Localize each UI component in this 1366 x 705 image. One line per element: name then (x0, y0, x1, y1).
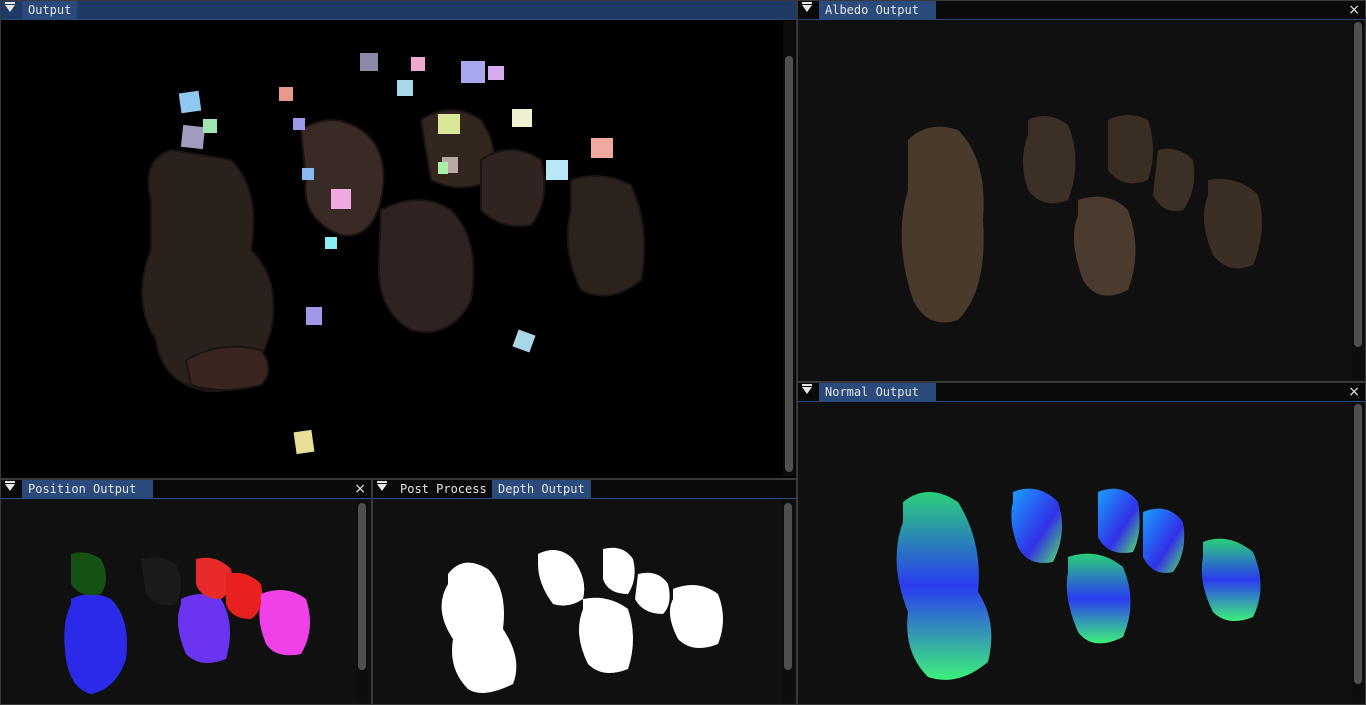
scrollbar-thumb[interactable] (1354, 22, 1362, 347)
albedo-render (901, 115, 1262, 323)
light-cube (461, 61, 485, 83)
backpack-shape (566, 175, 646, 297)
backpack-shape (259, 590, 310, 656)
backpack-shape (141, 557, 181, 606)
normal-render (896, 488, 1261, 680)
output-scrollbar[interactable] (783, 21, 795, 476)
backpack-shape (896, 492, 992, 680)
tab-position-output[interactable]: Position Output (22, 480, 153, 499)
albedo-panel: Albedo Output × (797, 0, 1366, 382)
backpack-silhouette (635, 572, 670, 614)
backpack-shape (1204, 179, 1262, 269)
backpack-shape (1023, 116, 1076, 204)
normal-scrollbar[interactable] (1352, 403, 1364, 702)
backpack-silhouette (538, 550, 585, 606)
collapse-triangle-icon[interactable] (377, 481, 387, 491)
depth-viewport[interactable] (373, 499, 796, 704)
output-viewport[interactable] (1, 20, 796, 478)
light-cube (178, 90, 202, 114)
collapse-triangle-icon[interactable] (802, 384, 812, 394)
backpack-shape (177, 594, 230, 663)
tab-output[interactable]: Output (22, 1, 78, 20)
backpack-shape (901, 126, 984, 323)
light-cube (293, 118, 305, 130)
position-scrollbar[interactable] (356, 500, 368, 702)
scene-render (141, 53, 646, 455)
backpack-silhouette (603, 547, 635, 594)
backpack-shape (1201, 538, 1261, 621)
light-cube (438, 162, 448, 174)
light-cube (512, 109, 532, 127)
light-cube (293, 429, 315, 455)
backpack-shape (226, 572, 263, 619)
backpack-shape (480, 149, 546, 227)
backpack-shape (1011, 488, 1062, 563)
light-cube (360, 53, 378, 71)
backpack-shape (1108, 115, 1153, 184)
light-cube (512, 329, 536, 353)
normal-panel: Normal Output × (797, 382, 1366, 705)
output-panel: Output (0, 0, 797, 479)
albedo-scrollbar[interactable] (1352, 21, 1364, 379)
depth-scrollbar[interactable] (782, 500, 794, 702)
backpack-silhouette (441, 562, 517, 693)
collapse-triangle-icon[interactable] (802, 2, 812, 12)
tab-normal-output[interactable]: Normal Output (819, 383, 936, 402)
light-cube (488, 66, 504, 80)
position-panel: Position Output × (0, 479, 372, 705)
light-cube (325, 237, 337, 249)
collapse-triangle-icon[interactable] (5, 2, 15, 12)
close-icon[interactable]: × (1348, 1, 1360, 20)
backpack-shape (1074, 196, 1136, 296)
backpack-shape (184, 345, 270, 391)
backpack-silhouette (669, 585, 723, 648)
scrollbar-thumb[interactable] (784, 503, 792, 670)
light-cube (331, 189, 351, 209)
tab-post-process[interactable]: Post Process (394, 480, 493, 499)
light-cube (546, 160, 568, 180)
collapse-triangle-icon[interactable] (5, 481, 15, 491)
light-cube (302, 168, 314, 180)
output-titlebar[interactable]: Output (1, 1, 796, 20)
light-cube (591, 138, 613, 158)
depth-render (441, 547, 723, 693)
albedo-viewport[interactable] (798, 20, 1365, 381)
depth-panel: Post Process Depth Output (372, 479, 797, 705)
backpack-shape (377, 199, 475, 333)
position-viewport[interactable] (1, 499, 371, 704)
normal-titlebar[interactable]: Normal Output × (798, 383, 1365, 402)
position-render (64, 552, 310, 694)
position-titlebar[interactable]: Position Output × (1, 480, 371, 499)
backpack-shape (1098, 488, 1140, 553)
backpack-shape (1066, 553, 1131, 644)
scrollbar-thumb[interactable] (1354, 404, 1362, 684)
light-cube (279, 87, 293, 101)
light-cube (306, 307, 322, 325)
depth-titlebar[interactable]: Post Process Depth Output (373, 480, 796, 499)
backpack-silhouette (579, 597, 633, 673)
tab-depth-output[interactable]: Depth Output (492, 480, 591, 499)
light-cube (203, 119, 217, 133)
light-cube (397, 80, 413, 96)
backpack-shape (1153, 148, 1195, 211)
backpack-shape (71, 552, 106, 596)
light-cube (180, 124, 206, 150)
albedo-titlebar[interactable]: Albedo Output × (798, 1, 1365, 20)
normal-viewport[interactable] (798, 402, 1365, 704)
scrollbar-thumb[interactable] (785, 56, 793, 472)
tab-albedo-output[interactable]: Albedo Output (819, 1, 936, 20)
backpack-shape (1143, 508, 1185, 573)
scrollbar-thumb[interactable] (358, 503, 366, 670)
close-icon[interactable]: × (354, 480, 366, 499)
light-cube (411, 57, 425, 71)
light-cube (438, 114, 460, 134)
close-icon[interactable]: × (1348, 383, 1360, 402)
backpack-shape (64, 594, 127, 694)
